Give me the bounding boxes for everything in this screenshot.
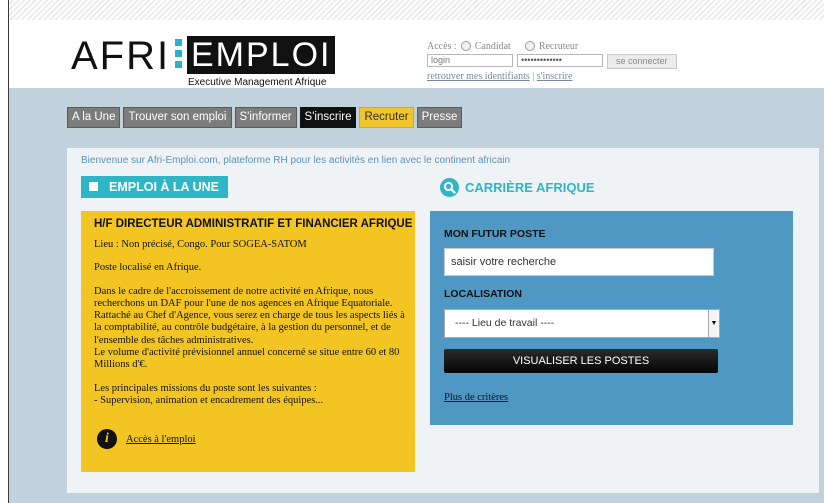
location-select-value: ---- Lieu de travail ---- <box>455 317 555 329</box>
more-criteria-link[interactable]: Plus de critères <box>444 392 508 403</box>
recruteur-label: Recruteur <box>538 40 579 52</box>
career-search-box: MON FUTUR POSTE saisir votre recherche L… <box>430 211 793 425</box>
hatched-top-band <box>9 0 824 20</box>
futur-poste-label: MON FUTUR POSTE <box>444 228 546 240</box>
main-panel: Bienvenue sur Afri-Emploi.com, plateform… <box>67 148 819 493</box>
candidat-label: Candidat <box>474 40 511 52</box>
connect-button[interactable]: se connecter <box>607 54 677 69</box>
location-select[interactable]: ---- Lieu de travail ---- ▼ <box>444 309 720 338</box>
logo-dots <box>175 39 183 72</box>
job-access-link[interactable]: Accès à l'emploi <box>126 434 196 445</box>
nav-presse[interactable]: Presse <box>416 107 463 128</box>
afri-emploi-logo[interactable]: AFRI EMPLOI Executive Management Afrique <box>71 34 336 88</box>
featured-job-card: H/F DIRECTEUR ADMINISTRATIF ET FINANCIER… <box>81 211 415 472</box>
carriere-section-heading: CARRIÈRE AFRIQUE <box>440 177 595 197</box>
search-icon <box>440 177 459 197</box>
login-box: Accès : Candidat Recruteur login •••••••… <box>427 39 677 82</box>
login-input[interactable]: login <box>427 54 513 67</box>
link-separator: | <box>532 71 535 82</box>
square-icon <box>89 182 98 191</box>
carriere-heading-text: CARRIÈRE AFRIQUE <box>465 179 595 195</box>
job-title[interactable]: H/F DIRECTEUR ADMINISTRATIF ET FINANCIER… <box>94 218 412 230</box>
site-header: AFRI EMPLOI Executive Management Afrique… <box>9 20 824 88</box>
logo-tagline: Executive Management Afrique <box>188 77 327 88</box>
job-missions-item: - Supervision, animation et encadrement … <box>94 394 324 406</box>
info-icon: i <box>97 429 117 449</box>
job-body: Lieu : Non précisé, Congo. Pour SOGEA-SA… <box>94 239 406 418</box>
job-description: Dans le cadre de l'accroissement de notr… <box>94 285 405 346</box>
job-access: i Accès à l'emploi <box>97 429 196 449</box>
welcome-text: Bienvenue sur Afri-Emploi.com, plateform… <box>81 155 511 166</box>
emploi-section-heading: EMPLOI À LA UNE <box>81 176 228 198</box>
nav-s-inscrire[interactable]: S'inscrire <box>299 107 357 128</box>
acces-label: Accès : <box>427 40 457 52</box>
job-missions-intro: Les principales missions du poste sont l… <box>94 382 317 394</box>
job-location: Lieu : Non précisé, Congo. Pour SOGEA-SA… <box>94 239 307 250</box>
main-nav: A la Une Trouver son emploi S'informer S… <box>67 107 463 128</box>
nav-a-la-une[interactable]: A la Une <box>67 107 121 128</box>
dropdown-arrow-icon[interactable]: ▼ <box>708 310 719 337</box>
job-volume: Le volume d'activité prévisionnel annuel… <box>94 347 400 371</box>
nav-trouver-emploi[interactable]: Trouver son emploi <box>123 107 232 128</box>
logo-emploi-text: EMPLOI <box>187 36 336 74</box>
retrieve-credentials-link[interactable]: retrouver mes identifiants <box>427 71 530 82</box>
content-band: A la Une Trouver son emploi S'informer S… <box>9 88 824 503</box>
localisation-label: LOCALISATION <box>444 288 522 300</box>
recruteur-radio[interactable] <box>524 41 535 51</box>
logo-afri-text: AFRI <box>71 34 171 78</box>
password-input[interactable]: ••••••••••••• <box>517 54 603 67</box>
job-intro: Poste localisé en Afrique. <box>94 262 202 274</box>
visualize-jobs-button[interactable]: VISUALISER LES POSTES <box>444 349 718 373</box>
nav-s-informer[interactable]: S'informer <box>234 107 297 128</box>
signup-link[interactable]: s'inscrire <box>537 71 573 82</box>
candidat-radio[interactable] <box>460 41 471 51</box>
emploi-heading-text: EMPLOI À LA UNE <box>109 180 219 194</box>
nav-recruter[interactable]: Recruter <box>359 107 414 128</box>
job-search-input[interactable]: saisir votre recherche <box>444 248 714 276</box>
